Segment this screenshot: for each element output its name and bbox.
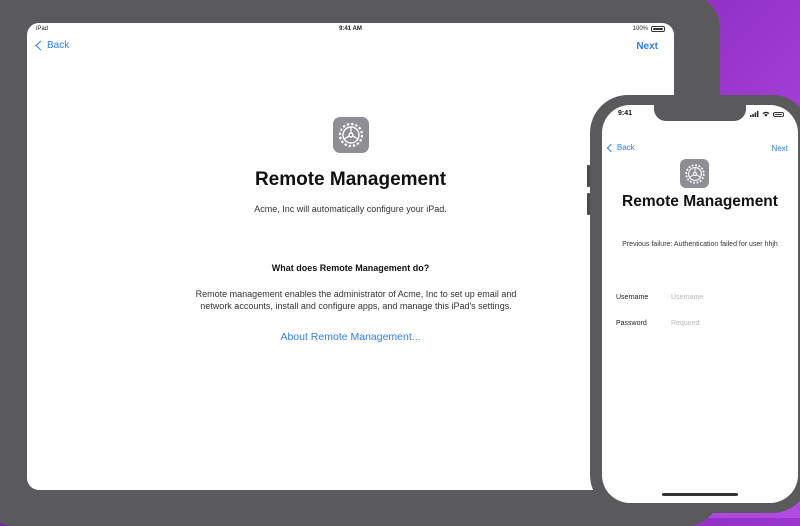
ipad-screen: iPad 9:41 AM 100% Back Next Remote Manag… (27, 23, 674, 490)
back-button[interactable]: Back (35, 40, 70, 51)
battery-icon (773, 111, 784, 117)
next-button[interactable]: Next (636, 41, 658, 52)
status-time: 9:41 AM (339, 26, 362, 32)
volume-up-button (587, 165, 590, 187)
wifi-icon (762, 111, 770, 117)
signal-icon (750, 111, 759, 117)
about-remote-management-link[interactable]: About Remote Management... (27, 331, 674, 343)
ipad-status-bar: iPad 9:41 AM 100% (27, 23, 674, 37)
section-heading: What does Remote Management do? (271, 263, 430, 273)
back-label: Back (617, 143, 635, 152)
battery-status: 100% (633, 26, 665, 32)
password-input[interactable] (671, 319, 784, 327)
username-input[interactable] (671, 293, 784, 301)
iphone-device: 9:41 Back Next Remote Management Previou… (587, 95, 800, 513)
username-label: Username (616, 293, 649, 301)
chevron-left-icon (35, 40, 46, 51)
page-subtitle: Acme, Inc will automatically configure y… (254, 204, 447, 214)
back-button[interactable]: Back (606, 143, 635, 152)
page-title: Remote Management (622, 193, 778, 210)
status-icons (750, 111, 784, 117)
error-message: Previous failure: Authentication failed … (622, 241, 778, 248)
volume-down-button (587, 193, 590, 215)
back-label: Back (47, 40, 70, 51)
status-time: 9:41 (618, 110, 633, 117)
battery-percent: 100% (632, 26, 648, 32)
username-field[interactable]: Username (616, 290, 784, 304)
home-indicator (662, 493, 738, 496)
iphone-screen: 9:41 Back Next Remote Management Previou… (602, 105, 798, 503)
chevron-left-icon (606, 143, 616, 152)
password-field[interactable]: Password (616, 316, 784, 330)
battery-icon (651, 26, 665, 32)
settings-gear-icon (680, 159, 709, 188)
iphone-notch (654, 105, 746, 121)
settings-gear-icon (333, 117, 369, 153)
description-text: Remote management enables the administra… (195, 289, 517, 311)
password-label: Password (616, 319, 647, 327)
page-title: Remote Management (254, 169, 447, 190)
next-button[interactable]: Next (772, 144, 788, 153)
